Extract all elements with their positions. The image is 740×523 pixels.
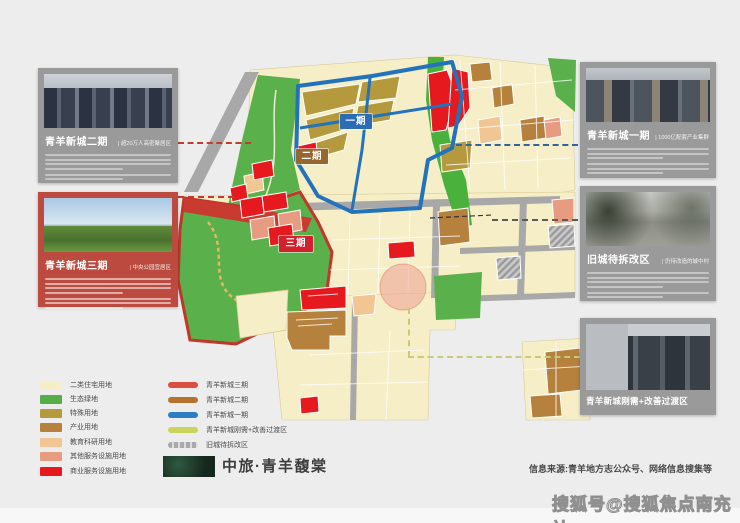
phase1-bodytext [587,148,709,159]
legend-label: 其他服务设施用地 [70,452,126,462]
oldtown-subtitle: | 仍待改造的城中村 [662,257,709,265]
project-highlight-circle [380,264,426,310]
legend-bar [168,412,198,418]
card-phase1: 青羊新城一期 | 1000亿配套产业集群 [580,62,716,178]
card-oldtown: 旧城待拆改区 | 仍待改造的城中村 [580,186,716,301]
phase3-bodytext [45,278,171,294]
project-parcel [388,241,415,259]
legend-label: 青羊新城一期 [206,411,248,421]
legend-swatch [40,438,62,447]
legend-label: 旧城待拆改区 [206,441,248,451]
legend-swatch [40,395,62,404]
phase2-bodytext [45,154,171,170]
map-tag-phase3: 三期 [279,236,313,252]
card-transition: 青羊新城刚需+改善过渡区 [580,318,716,415]
legend-swatch [40,409,62,418]
phase3-photo [44,198,172,252]
phase1-title: 青羊新城一期 [587,127,650,142]
legend-swatch [40,452,62,461]
legend-label: 教育科研用地 [70,438,112,448]
connector-project-v [408,308,410,357]
source-note: 信息来源:青羊地方志公众号、网络信息搜集等 [529,462,712,475]
phase3-subtitle: | 中央公园宜居区 [130,263,171,271]
legend-swatch [40,423,62,432]
connector-phase2 [178,142,251,144]
oldtown-bodytext [587,272,709,288]
legend-bar-striped [168,442,198,448]
phase1-subtitle: | 1000亿配套产业集群 [655,133,709,141]
legend-label: 青羊新城三期 [206,381,248,391]
legend-swatch [40,381,62,390]
map-tag-phase2: 二期 [296,149,328,164]
phase1-photo [586,68,710,122]
legend-label: 二类住宅用地 [70,381,112,391]
oldtown-title: 旧城待拆改区 [587,251,650,266]
legend-label: 青羊新城二期 [206,396,248,406]
transition-caption: 青羊新城刚需+改善过渡区 [580,390,716,413]
phase3-title: 青羊新城三期 [45,257,108,272]
legend-label: 商业服务设施用地 [70,467,126,477]
map-tag-phase1: 一期 [340,114,372,129]
legend-label: 青羊新城刚需+改善过渡区 [206,426,287,436]
phase2-title: 青羊新城二期 [45,133,108,148]
connector-phase3 [178,196,234,198]
brand-logo-text: 中旅·青羊馥棠 [222,455,328,476]
poster-canvas: 一期 二期 三期 青羊新城二期 | 超20万人高密聚居区 青羊新城三期 | 中央… [0,0,740,523]
connector-oldtown [492,219,578,221]
connector-project-h [408,356,580,358]
phase2-photo [44,74,172,128]
legend-label: 生态绿地 [70,395,98,405]
oldtown-photo [586,192,710,246]
legend-bar [168,382,198,388]
watermark-text: 搜狐号@搜狐焦点南充站 [552,490,740,523]
legend-label: 特殊用地 [70,409,98,419]
brand-logo-image [163,456,215,477]
connector-phase1 [456,144,578,146]
legend-label: 产业用地 [70,423,98,433]
legend-bar [168,397,198,403]
phase2-subtitle: | 超20万人高密聚居区 [118,139,171,147]
transition-photo [586,324,710,390]
legend-swatch [40,467,62,476]
legend-bar [168,427,198,433]
card-phase2: 青羊新城二期 | 超20万人高密聚居区 [38,68,178,183]
card-phase3: 青羊新城三期 | 中央公园宜居区 [38,192,178,307]
